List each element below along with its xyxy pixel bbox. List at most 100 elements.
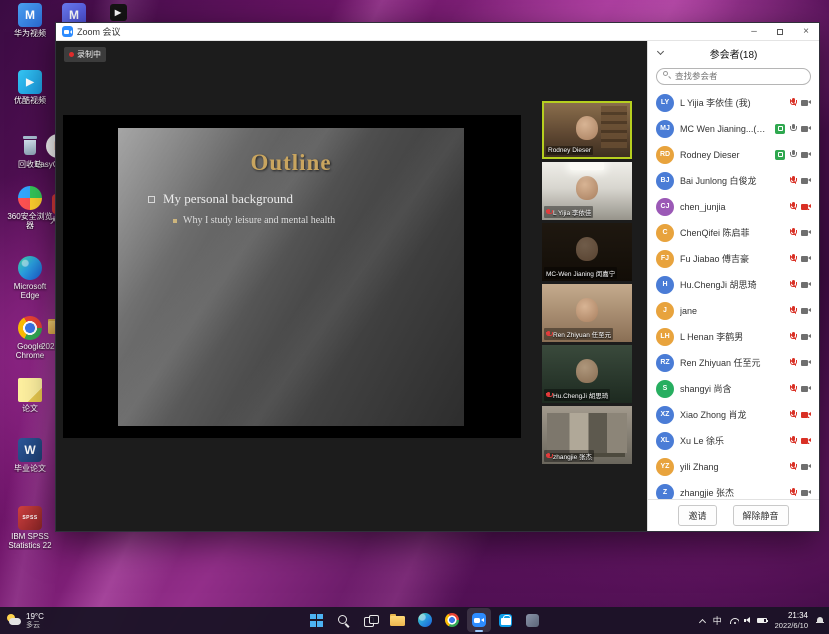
input-method-indicator[interactable]: 中 [713, 614, 722, 627]
desktop-icon-label: Microsoft Edge [7, 282, 53, 300]
volume-icon [744, 617, 752, 625]
video-tile[interactable]: MC-Wen Jianing 闵嘉宁 [542, 223, 632, 281]
battery-icon [757, 618, 767, 624]
desktop-icon-huawei-video[interactable]: M华为视频 [8, 3, 52, 38]
desktop-icon-word[interactable]: W毕业论文 [8, 438, 52, 473]
participant-row[interactable]: H Hu.ChengJi 胡思琦 [648, 272, 819, 298]
invite-button[interactable]: 邀请 [678, 505, 716, 526]
participant-row[interactable]: Zzhangjie 张杰 [648, 480, 819, 500]
mic-icon [790, 410, 796, 419]
taskbar-start-button[interactable] [305, 608, 329, 632]
participant-status-icons [790, 332, 811, 341]
participant-status-icons [790, 176, 811, 185]
video-name-label: Rodney Dieser [546, 146, 593, 155]
video-tile[interactable]: zhangjie 张杰 [542, 406, 632, 464]
participant-name: MC Wen Jianing...(主持人) [680, 122, 769, 135]
mic-icon [790, 228, 796, 237]
mic-icon [790, 254, 796, 263]
taskbar-file-explorer-button[interactable] [386, 608, 410, 632]
mic-icon [790, 150, 796, 159]
maximize-icon [777, 29, 783, 35]
maximize-button[interactable] [767, 23, 793, 40]
desktop-icon-youku[interactable]: ▶优酷视频 [8, 70, 52, 105]
participant-row[interactable]: XLXu Le 徐乐 [648, 428, 819, 454]
presentation-slide: Outline My personal background Why I stu… [118, 128, 464, 426]
taskbar-app-button[interactable] [521, 608, 545, 632]
participant-name: Hu.ChengJi 胡思琦 [680, 278, 784, 291]
participant-row[interactable]: MJ MC Wen Jianing...(主持人) [648, 116, 819, 142]
system-status-icons[interactable] [730, 617, 767, 625]
participant-avatar: MJ [656, 120, 674, 138]
screen-share-stage: Outline My personal background Why I stu… [63, 115, 521, 438]
participant-avatar: H [656, 276, 674, 294]
desktop-icon-media-player[interactable]: ▶ [96, 4, 140, 23]
participant-row[interactable]: Sshangyi 尚含 [648, 376, 819, 402]
mic-icon [790, 306, 796, 315]
participant-row[interactable]: BJBai Junlong 白俊龙 [648, 168, 819, 194]
taskbar-zoom-button[interactable] [467, 608, 491, 632]
mic-icon [790, 462, 796, 471]
edge-icon [418, 613, 432, 627]
taskbar-store-button[interactable] [494, 608, 518, 632]
taskbar-clock[interactable]: 21:34 2022/6/10 [775, 611, 808, 630]
participant-row[interactable]: XZXiao Zhong 肖龙 [648, 402, 819, 428]
mic-icon [790, 384, 796, 393]
close-button[interactable]: × [793, 23, 819, 40]
video-tile[interactable]: Rodney Dieser [542, 101, 632, 159]
camera-icon [801, 334, 811, 340]
participant-row[interactable]: RZRen Zhiyuan 任至元 [648, 350, 819, 376]
weather-icon [6, 614, 22, 628]
wifi-icon [730, 618, 739, 624]
taskbar-search-button[interactable] [332, 608, 356, 632]
participant-row[interactable]: Jjane [648, 298, 819, 324]
video-tile[interactable]: Ren Zhiyuan 任至元 [542, 284, 632, 342]
task-view-icon [364, 615, 377, 626]
notification-bell-icon[interactable] [816, 617, 824, 625]
camera-icon [801, 438, 811, 444]
weather-widget[interactable]: 19°C 多云 [6, 607, 44, 634]
desktop-icon-label: IBM SPSS Statistics 22 [7, 532, 53, 550]
participant-name: shangyi 尚含 [680, 382, 784, 395]
video-tile[interactable]: L Yijia 李依佳 [542, 162, 632, 220]
file-explorer-icon [390, 614, 405, 626]
participant-row[interactable]: FJFu Jiabao 傅吉豪 [648, 246, 819, 272]
participant-name: Bai Junlong 白俊龙 [680, 174, 784, 187]
participant-name: ChenQifei 陈启菲 [680, 226, 784, 239]
camera-icon [801, 412, 811, 418]
participant-row[interactable]: CJchen_junjia [648, 194, 819, 220]
zoom-titlebar[interactable]: Zoom 会议 – × [56, 23, 819, 41]
video-tile[interactable]: Hu.ChengJi 胡思琦 [542, 345, 632, 403]
mic-icon [790, 332, 796, 341]
taskbar-edge-button[interactable] [413, 608, 437, 632]
hidden-icons-chevron-icon[interactable] [699, 618, 706, 625]
window-controls: – × [741, 23, 819, 40]
taskbar-task-view-button[interactable] [359, 608, 383, 632]
camera-icon [801, 360, 811, 366]
participant-row[interactable]: YZyili Zhang [648, 454, 819, 480]
participant-name: Rodney Dieser [680, 150, 769, 160]
unmute-button[interactable]: 解除静音 [733, 505, 789, 526]
desktop-icon-note[interactable]: 论文 [8, 378, 52, 413]
slide-bullet-2: Why I study leisure and mental health [173, 215, 464, 226]
desktop-icon-edge[interactable]: Microsoft Edge [8, 256, 52, 300]
video-participant-name: L Yijia 李依佳 [553, 207, 591, 217]
recording-indicator[interactable]: 录制中 [64, 47, 106, 62]
taskbar-chrome-button[interactable] [440, 608, 464, 632]
participant-row[interactable]: CChenQifei 陈启菲 [648, 220, 819, 246]
media-player-icon: ▶ [110, 4, 127, 21]
search-input[interactable] [656, 68, 811, 85]
participant-row[interactable]: RDRodney Dieser [648, 142, 819, 168]
note-icon [18, 378, 42, 402]
participant-status-icons [790, 306, 811, 315]
video-participant-name: Hu.ChengJi 胡思琦 [553, 390, 608, 400]
chevron-down-icon[interactable] [657, 48, 664, 55]
desktop-icon-label: 毕业论文 [7, 464, 53, 473]
participant-status-icons [790, 436, 811, 445]
participant-row[interactable]: LYL Yijia 李依佳 (我) [648, 90, 819, 116]
store-icon [499, 614, 512, 627]
mic-icon [790, 358, 796, 367]
minimize-button[interactable]: – [741, 23, 767, 40]
desktop-icon-spss[interactable]: SPSSIBM SPSS Statistics 22 [8, 506, 52, 550]
participant-row[interactable]: LHL Henan 李鹤男 [648, 324, 819, 350]
weather-temperature: 19°C [26, 612, 44, 621]
